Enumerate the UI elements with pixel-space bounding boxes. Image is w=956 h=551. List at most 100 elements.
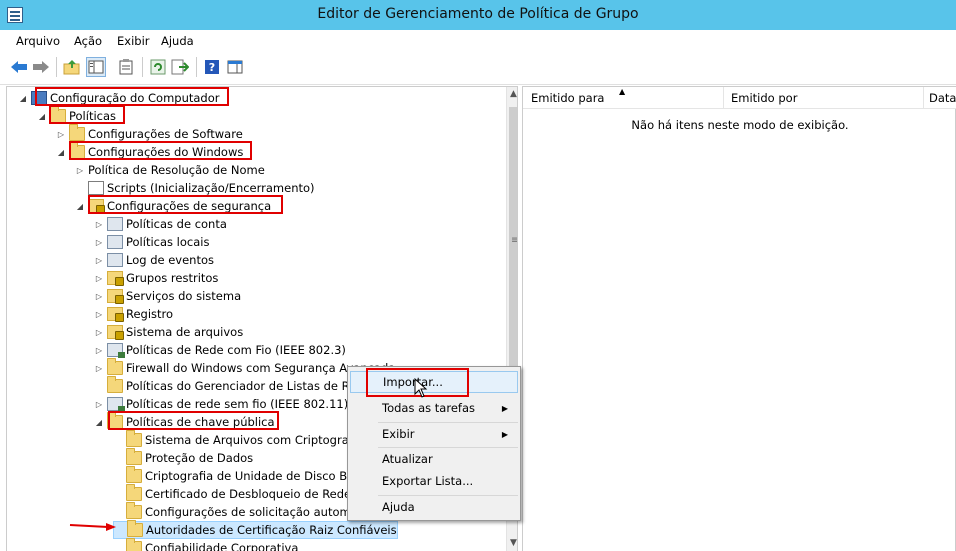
details-pane: Emitido para ▲ Emitido por Data Não há i… [522,86,956,551]
expand-arrow-icon[interactable]: ▷ [94,256,104,265]
menu-acao[interactable]: Ação [74,34,102,48]
menu-item-ajuda[interactable]: Ajuda [350,496,518,518]
up-folder-icon[interactable] [62,57,82,77]
highlight-box [108,411,279,430]
expand-arrow-icon[interactable]: ▷ [94,238,104,247]
expand-arrow-icon[interactable]: ▷ [94,274,104,283]
tree-item-label: Políticas de rede sem fio (IEEE 802.11) [126,397,349,411]
menu-item-atualizar[interactable]: Atualizar [350,448,518,470]
security-folder-icon [107,289,124,304]
tree-item[interactable]: Criptografia de Unidade de Disco BitL [113,466,362,485]
security-folder-icon [107,325,124,340]
menu-arquivo[interactable]: Arquivo [16,34,60,48]
folder-icon [126,430,142,447]
highlight-box [88,195,283,214]
expand-arrow-icon[interactable]: ▷ [94,328,104,337]
security-folder-icon [107,307,124,322]
mouse-cursor-icon [414,378,428,398]
network-policy-icon [107,343,125,358]
tree-item[interactable]: ▷ Grupos restritos [94,269,218,287]
toolbar: ? [0,51,956,85]
policy-icon [107,253,123,267]
expand-arrow-icon[interactable]: ▷ [94,346,104,355]
scroll-down-icon[interactable]: ▼ [510,538,517,548]
folder-icon [126,484,142,501]
collapse-arrow-icon[interactable]: ◢ [94,418,104,427]
show-hide-action-pane-icon[interactable] [225,57,245,77]
expand-arrow-icon[interactable]: ▷ [94,310,104,319]
policy-icon [107,235,123,249]
highlight-box [69,141,252,160]
tree-item-label: Criptografia de Unidade de Disco BitL [145,469,362,483]
back-icon[interactable] [9,57,29,77]
column-emitido-por[interactable]: Emitido por [731,91,797,105]
menu-item-label: Exportar Lista... [382,474,474,488]
menu-item-label: Todas as tarefas [382,401,475,415]
forward-icon[interactable] [31,57,51,77]
tree-item[interactable]: Confiabilidade Corporativa [113,538,299,551]
tree-item[interactable]: Sistema de Arquivos com Criptografia [113,430,363,449]
collapse-arrow-icon[interactable]: ◢ [18,94,28,103]
menu-exibir[interactable]: Exibir [117,34,150,48]
export-list-icon[interactable] [170,57,190,77]
expand-arrow-icon[interactable]: ▷ [56,130,66,139]
column-data[interactable]: Data [929,91,956,105]
expand-arrow-icon[interactable]: ▷ [75,166,85,175]
tree-item[interactable]: ▷ Serviços do sistema [94,287,241,305]
security-folder-icon [107,271,124,286]
menu-bar: Arquivo Ação Exibir Ajuda [0,30,956,51]
tree-item-label: Políticas de conta [126,217,227,231]
tree-item[interactable]: Autoridades de Certificação Raiz Confiáv… [113,520,398,539]
tree-item[interactable]: ▷ Sistema de arquivos [94,323,243,341]
folder-icon [126,502,142,519]
menu-item-exibir[interactable]: Exibir ▶ [350,423,518,445]
tree-item[interactable]: ▷ Log de eventos [94,251,214,269]
policy-icon [107,217,123,231]
collapse-arrow-icon[interactable]: ◢ [37,112,47,121]
window-title: Editor de Gerenciamento de Política de G… [317,6,639,22]
folder-icon [107,358,123,375]
menu-item-exportar-lista[interactable]: Exportar Lista... [350,470,518,492]
tree-item-label: Configurações de solicitação automát [145,505,363,519]
menu-ajuda[interactable]: Ajuda [161,34,194,48]
tree-item[interactable]: Proteção de Dados [113,448,253,467]
tree-item[interactable]: ▷ Políticas locais [94,233,209,251]
scroll-up-icon[interactable]: ▲ [510,89,517,99]
tree-item[interactable]: ▷ Políticas de Rede com Fio (IEEE 802.3) [94,341,346,359]
tree-item[interactable]: ▷ Registro [94,305,173,323]
tree-item-label: Registro [126,307,174,321]
tree-item-label: Autoridades de Certificação Raiz Confiáv… [146,523,397,537]
folder-icon [126,466,142,483]
tree-item-label: Scripts (Inicialização/Encerramento) [107,181,315,195]
expand-arrow-icon[interactable]: ▷ [94,364,104,373]
tree-item[interactable]: Políticas do Gerenciador de Listas de Re… [94,376,371,395]
menu-item-label: Exibir [382,427,415,441]
tree-item[interactable]: ▷ Políticas de conta [94,215,227,233]
properties-icon[interactable] [116,57,136,77]
column-emitido-para[interactable]: Emitido para [531,91,604,105]
expand-arrow-icon[interactable]: ▷ [94,400,104,409]
tree-item-label: Confiabilidade Corporativa [145,541,299,551]
tree-item-label: Grupos restritos [126,271,219,285]
column-header-bar: Emitido para ▲ Emitido por Data [523,87,956,109]
tree-item-label: Políticas de Rede com Fio (IEEE 802.3) [126,343,346,357]
collapse-arrow-icon[interactable]: ◢ [75,202,85,211]
menu-item-todas-as-tarefas[interactable]: Todas as tarefas ▶ [350,397,518,419]
tree-item[interactable]: ▷ Política de Resolução de Nome [75,161,265,179]
collapse-arrow-icon[interactable]: ◢ [56,148,66,157]
tree-item-label: Log de eventos [126,253,215,267]
scroll-grip-icon: ≡ [511,235,517,246]
refresh-icon[interactable] [148,57,168,77]
submenu-arrow-icon: ▶ [501,403,508,413]
expand-arrow-icon[interactable]: ▷ [94,292,104,301]
tree-item[interactable]: Configurações de solicitação automát [113,502,363,521]
tree-item-label: Política de Resolução de Nome [88,163,265,177]
show-hide-tree-icon[interactable] [86,57,106,77]
empty-list-message: Não há itens neste modo de exibição. [631,118,849,132]
help-icon[interactable]: ? [202,57,222,77]
expand-arrow-icon[interactable]: ▷ [94,220,104,229]
tree-item-label: Políticas locais [126,235,210,249]
tree-item-label: Políticas do Gerenciador de Listas de Re… [126,379,371,393]
tree-item-label: Certificado de Desbloqueio de Rede d [145,487,363,501]
tree-item[interactable]: Certificado de Desbloqueio de Rede d [113,484,363,503]
